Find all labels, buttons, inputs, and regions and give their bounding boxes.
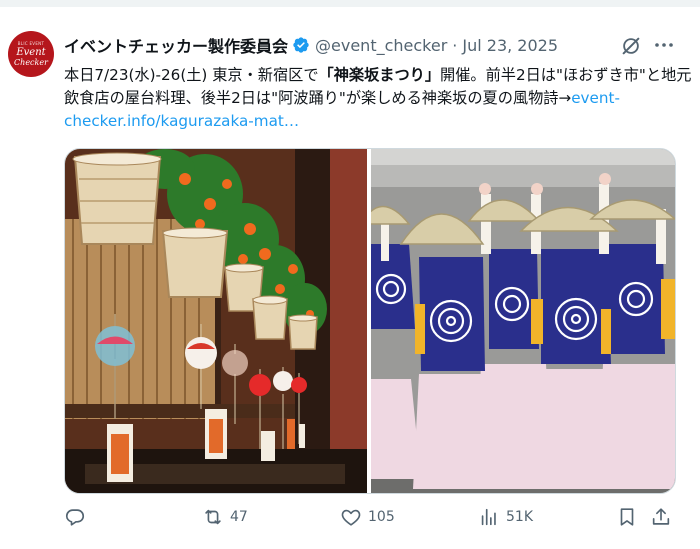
- like-button[interactable]: 105: [340, 503, 395, 531]
- reply-button[interactable]: [64, 503, 92, 531]
- post-date[interactable]: Jul 23, 2025: [462, 36, 558, 55]
- action-bar: 47 105 51K: [64, 503, 684, 531]
- views-icon: [481, 508, 496, 526]
- repost-icon: [205, 509, 221, 525]
- avatar[interactable]: BLIC EVENT Event Checker: [8, 31, 54, 77]
- tweet-header: イベントチェッカー製作委員会 @event_checker · Jul 23, …: [64, 33, 558, 57]
- avatar-small-text: BLIC EVENT: [17, 41, 45, 46]
- bookmark-button[interactable]: [616, 503, 638, 531]
- like-icon: [341, 509, 361, 526]
- repost-count: 47: [230, 509, 248, 525]
- share-button[interactable]: [650, 503, 672, 531]
- bookmark-icon: [620, 508, 634, 526]
- media-grid: [64, 148, 676, 494]
- separator-dot: ·: [452, 35, 458, 55]
- grok-icon[interactable]: [620, 35, 642, 57]
- views-button[interactable]: 51K: [478, 503, 533, 531]
- tweet[interactable]: BLIC EVENT Event Checker イベントチェッカー製作委員会 …: [0, 6, 700, 549]
- hozuki-market-photo[interactable]: [65, 149, 367, 493]
- verified-badge-icon[interactable]: [292, 36, 310, 54]
- awa-odori-dancers-photo[interactable]: [371, 149, 675, 493]
- avatar-text-line1: Event: [16, 47, 46, 58]
- views-count: 51K: [506, 509, 533, 525]
- more-icon[interactable]: [652, 33, 676, 57]
- avatar-text-line2: Checker: [14, 58, 48, 67]
- tweet-text: 本日7/23(水)-26(土) 東京・新宿区で「神楽坂まつり」開催。前半2日は"…: [64, 64, 694, 133]
- like-count: 105: [368, 509, 395, 525]
- share-icon: [652, 508, 670, 525]
- tweet-text-part1: 本日7/23(水)-26(土) 東京・新宿区で: [64, 66, 319, 84]
- handle[interactable]: @event_checker: [315, 36, 447, 55]
- display-name[interactable]: イベントチェッカー製作委員会: [64, 33, 288, 57]
- tweet-text-event-name: 「神楽坂まつり」: [318, 66, 441, 84]
- repost-button[interactable]: 47: [202, 503, 248, 531]
- reply-icon: [65, 509, 85, 526]
